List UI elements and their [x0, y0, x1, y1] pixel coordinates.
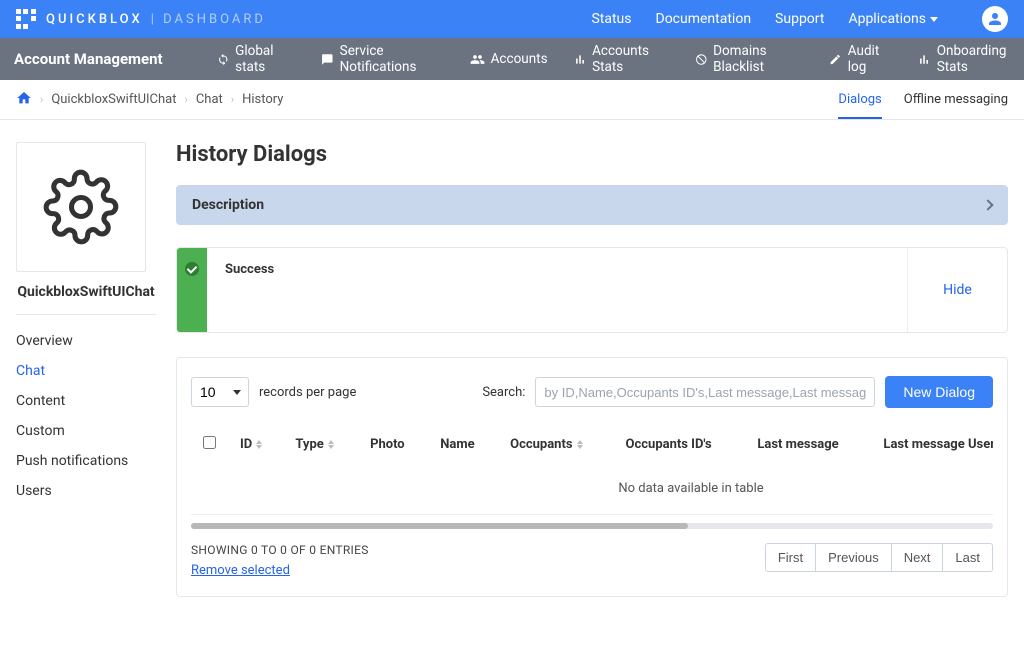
subnav-onboarding-stats[interactable]: Onboarding Stats	[918, 43, 1024, 75]
nav-applications[interactable]: Applications	[848, 11, 938, 27]
home-icon[interactable]	[16, 90, 32, 110]
brand-name: QUICKBLOX	[46, 12, 143, 27]
right-column: History Dialogs Description Success Hide…	[176, 142, 1008, 597]
page-size-select[interactable]: 10	[191, 377, 249, 407]
nav-applications-label: Applications	[848, 11, 926, 27]
bar-chart-icon	[574, 52, 587, 67]
pager-last[interactable]: Last	[943, 543, 993, 572]
gear-icon	[43, 169, 119, 245]
subnav-service-notifications[interactable]: Service Notifications	[321, 43, 444, 75]
col-id[interactable]: ID	[228, 426, 283, 463]
table-toolbar: 10 records per page Search: New Dialog	[191, 376, 993, 408]
dialogs-table: ID Type Photo Name Occupants Occupants I…	[191, 426, 993, 515]
nav-support[interactable]: Support	[775, 11, 824, 27]
pager-first[interactable]: First	[765, 543, 816, 572]
refresh-icon	[217, 52, 230, 67]
nav-documentation[interactable]: Documentation	[656, 11, 752, 27]
table-footer: SHOWING 0 TO 0 OF 0 ENTRIES Remove selec…	[191, 543, 993, 578]
tab-dialogs[interactable]: Dialogs	[838, 80, 881, 119]
alert-stripe	[177, 248, 207, 332]
sub-nav: Account Management Global stats Service …	[0, 38, 1024, 80]
description-panel[interactable]: Description	[176, 185, 1008, 225]
table-card: 10 records per page Search: New Dialog I…	[176, 357, 1008, 597]
page-size-label: records per page	[259, 385, 356, 400]
breadcrumb-bar: › QuickbloxSwiftUIChat › Chat › History …	[0, 80, 1024, 120]
showing-text: SHOWING 0 TO 0 OF 0 ENTRIES	[191, 543, 369, 557]
subnav-global-stats[interactable]: Global stats	[217, 43, 295, 75]
remove-selected-link[interactable]: Remove selected	[191, 563, 290, 578]
top-nav: Status Documentation Support Application…	[591, 6, 1008, 32]
nav-status[interactable]: Status	[591, 11, 631, 27]
block-icon	[695, 52, 708, 67]
left-column: QuickbloxSwiftUIChat Overview Chat Conte…	[16, 142, 156, 597]
search-label: Search:	[482, 385, 525, 400]
page-size-select-wrap: 10	[191, 377, 249, 407]
user-avatar[interactable]	[982, 6, 1008, 32]
chevron-right-icon: ›	[231, 93, 234, 106]
main-container: QuickbloxSwiftUIChat Overview Chat Conte…	[0, 120, 1024, 637]
scrollbar-thumb[interactable]	[191, 523, 688, 529]
crumb-section[interactable]: Chat	[196, 92, 223, 107]
pager-previous[interactable]: Previous	[816, 543, 892, 572]
pager: First Previous Next Last	[765, 543, 993, 572]
crumb-app[interactable]: QuickbloxSwiftUIChat	[51, 92, 176, 107]
top-bar: QUICKBLOX | DASHBOARD Status Documentati…	[0, 0, 1024, 38]
new-dialog-button[interactable]: New Dialog	[885, 376, 993, 408]
sidemenu-push[interactable]: Push notifications	[16, 453, 156, 469]
col-occupants[interactable]: Occupants	[498, 426, 613, 463]
logo-icon	[16, 9, 36, 29]
users-icon	[470, 52, 485, 67]
crumb-page: History	[242, 92, 283, 107]
col-name[interactable]: Name	[428, 426, 498, 463]
select-all-checkbox[interactable]	[203, 436, 216, 449]
sidemenu-chat[interactable]: Chat	[16, 363, 156, 379]
chevron-right-icon: ›	[40, 93, 43, 106]
sidemenu-overview[interactable]: Overview	[16, 333, 156, 349]
app-icon-box	[16, 142, 146, 272]
col-last-message[interactable]: Last message	[745, 426, 871, 463]
subnav-domains-blacklist[interactable]: Domains Blacklist	[695, 43, 804, 75]
subnav-title: Account Management	[0, 50, 177, 68]
table-empty: No data available in table	[191, 463, 993, 515]
pager-next[interactable]: Next	[892, 543, 944, 572]
sidemenu-custom[interactable]: Custom	[16, 423, 156, 439]
chevron-right-icon	[982, 199, 993, 210]
alert-message: Success	[207, 248, 907, 332]
description-label: Description	[192, 197, 264, 213]
table-wrap: ID Type Photo Name Occupants Occupants I…	[191, 426, 993, 529]
bar-chart-icon	[918, 52, 931, 67]
horizontal-scrollbar[interactable]	[191, 523, 993, 529]
alert-hide-button[interactable]: Hide	[907, 248, 1007, 332]
subnav-accounts-stats[interactable]: Accounts Stats	[574, 43, 669, 75]
side-menu: Overview Chat Content Custom Push notifi…	[16, 333, 156, 499]
col-type[interactable]: Type	[283, 426, 358, 463]
subnav-audit-log[interactable]: Audit log	[829, 43, 892, 75]
col-occupants-ids[interactable]: Occupants ID's	[614, 426, 746, 463]
app-name: QuickbloxSwiftUIChat	[16, 284, 156, 315]
col-last-message-user-id[interactable]: Last message User ID	[871, 426, 993, 463]
caret-down-icon	[930, 17, 938, 22]
sidemenu-users[interactable]: Users	[16, 483, 156, 499]
subnav-accounts[interactable]: Accounts	[470, 51, 548, 67]
sidemenu-content[interactable]: Content	[16, 393, 156, 409]
col-photo[interactable]: Photo	[358, 426, 428, 463]
search-input[interactable]	[535, 377, 875, 407]
tab-offline-messaging[interactable]: Offline messaging	[904, 80, 1008, 119]
chat-icon	[321, 52, 334, 67]
brand-section: | DASHBOARD	[151, 12, 266, 27]
edit-icon	[829, 52, 841, 67]
success-alert: Success Hide	[176, 247, 1008, 333]
check-icon	[185, 262, 199, 276]
user-icon	[986, 10, 1004, 28]
chevron-right-icon: ›	[185, 93, 188, 106]
page-title: History Dialogs	[176, 142, 1008, 167]
